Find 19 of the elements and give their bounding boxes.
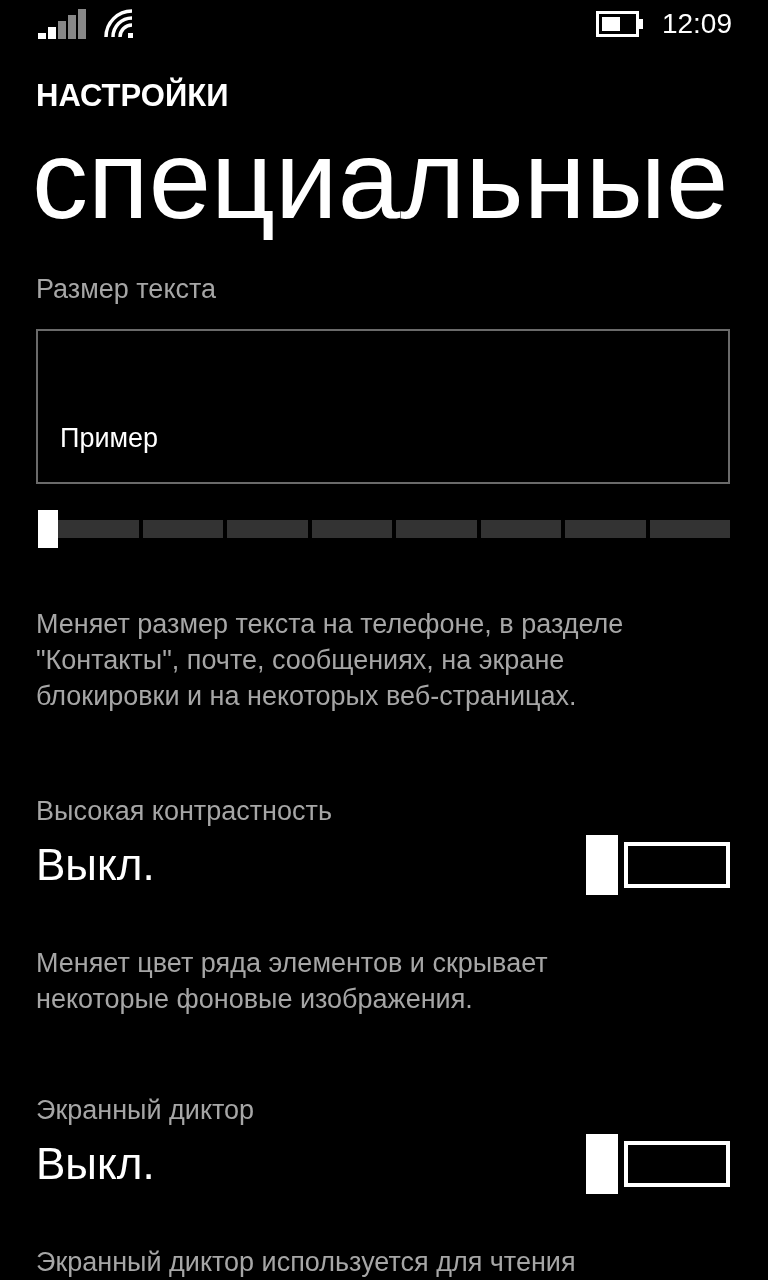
setting-description: Меняет цвет ряда элементов и скрывает некоторые фоновые изображения. xyxy=(36,947,549,1016)
toggle-state-text: Выкл. xyxy=(36,1139,155,1189)
setting-label: Высокая контрастность xyxy=(36,796,333,827)
setting-label: Экранный диктор xyxy=(36,1095,256,1126)
text-size-description: Меняет размер текста на телефоне, в разделе "Контакты", почте, сообщениях, на экране блокировки и на некоторых веб-страницах. xyxy=(36,608,625,713)
toggle-switch[interactable] xyxy=(586,835,730,895)
text-size-label: Размер текста xyxy=(36,274,218,305)
toggle-state-text: Выкл. xyxy=(36,840,155,890)
clock-time: 12:09 xyxy=(661,8,732,40)
wifi-icon xyxy=(104,9,136,39)
toggle-switch[interactable] xyxy=(586,1134,730,1194)
battery-icon xyxy=(595,11,644,37)
page-title: специальные xyxy=(32,120,730,240)
setting-description: Экранный диктор используется для чтения xyxy=(36,1246,577,1279)
sample-text: Пример xyxy=(60,423,159,454)
signal-strength-icon xyxy=(38,9,86,39)
settings-header: НАСТРОЙКИ xyxy=(36,78,230,114)
slider-thumb[interactable] xyxy=(38,510,58,548)
text-size-slider[interactable] xyxy=(36,510,730,548)
